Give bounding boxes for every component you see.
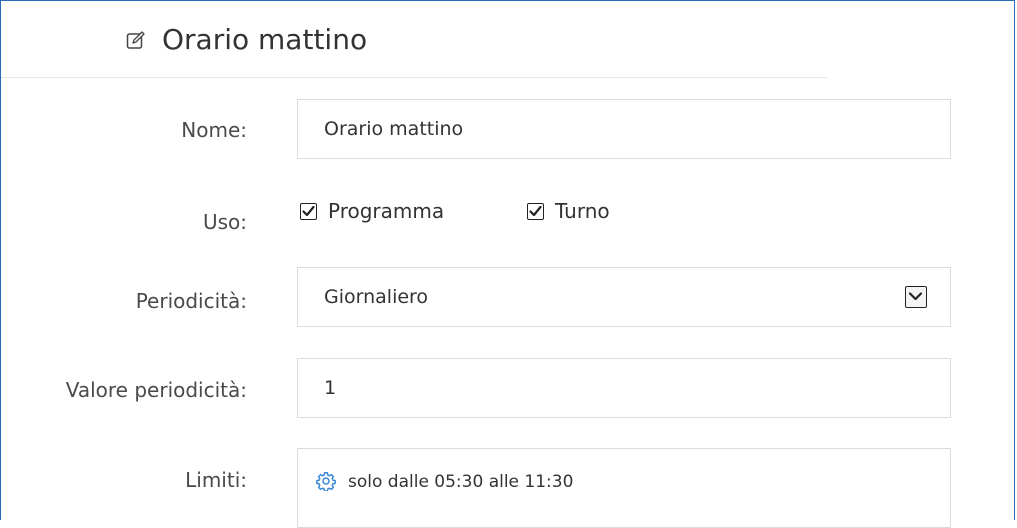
page-title: Orario mattino: [162, 23, 368, 56]
valore-periodicita-label: Valore periodicità:: [65, 378, 247, 402]
gear-icon[interactable]: [316, 471, 336, 491]
chevron-down-icon[interactable]: [905, 286, 927, 308]
nome-input-value: Orario mattino: [324, 118, 464, 140]
nome-label: Nome:: [181, 118, 247, 142]
periodicita-select[interactable]: Giornaliero: [297, 267, 951, 327]
edit-icon[interactable]: [126, 30, 146, 50]
valore-periodicita-input[interactable]: 1: [297, 358, 951, 418]
window-frame: [0, 0, 1015, 520]
limiti-label: Limiti:: [185, 468, 247, 492]
limiti-field[interactable]: solo dalle 05:30 alle 11:30: [297, 448, 951, 528]
uso-label: Uso:: [202, 210, 247, 234]
nome-input[interactable]: Orario mattino: [297, 99, 951, 159]
checkbox-checked-icon[interactable]: [527, 202, 544, 220]
periodicita-label: Periodicità:: [135, 289, 247, 313]
turno-checkbox-label: Turno: [555, 199, 610, 223]
page-header: Orario mattino: [1, 1, 827, 78]
periodicita-selected-value: Giornaliero: [324, 286, 429, 308]
turno-checkbox[interactable]: Turno: [527, 197, 610, 225]
programma-checkbox-label: Programma: [328, 199, 445, 223]
limiti-value: solo dalle 05:30 alle 11:30: [348, 472, 574, 492]
programma-checkbox[interactable]: Programma: [300, 197, 444, 225]
checkbox-checked-icon[interactable]: [300, 202, 317, 220]
valore-periodicita-value: 1: [324, 377, 337, 399]
